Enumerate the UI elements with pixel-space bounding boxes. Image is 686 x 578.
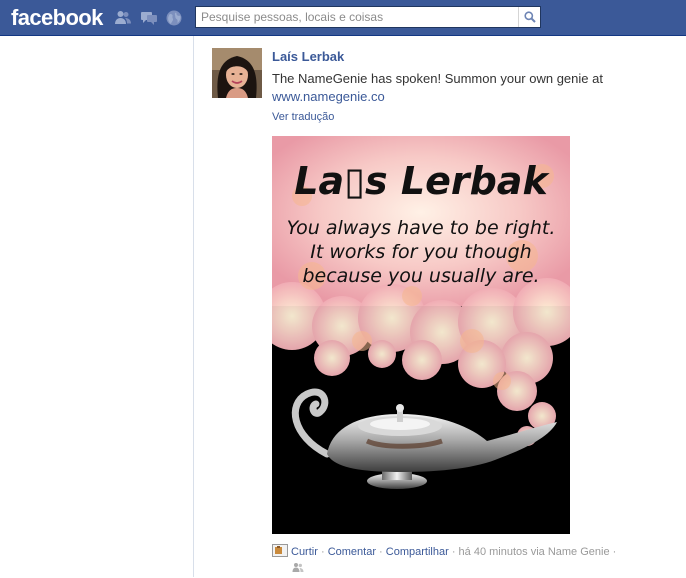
- post-message-text: The NameGenie has spoken! Summon your ow…: [272, 71, 603, 86]
- search-icon: [523, 11, 536, 23]
- post-author-name[interactable]: Laís Lerbak: [272, 49, 344, 64]
- top-bar: facebook: [0, 0, 686, 36]
- image-name-text: La▯s Lerbak: [294, 159, 550, 203]
- post-message-link[interactable]: www.namegenie.co: [272, 89, 385, 104]
- see-translation-link[interactable]: Ver tradução: [272, 111, 334, 123]
- privacy-friends-icon[interactable]: [292, 560, 304, 578]
- like-link[interactable]: Curtir: [291, 546, 318, 558]
- post-message: The NameGenie has spoken! Summon your ow…: [272, 70, 672, 106]
- image-fortune-line-1: You always have to be right.: [287, 217, 556, 239]
- image-fortune-line-2: It works for you though: [310, 241, 531, 263]
- search-box: [195, 6, 541, 28]
- left-column-divider: [193, 36, 194, 577]
- post-meta: há 40 minutos via Name Genie: [458, 546, 610, 558]
- search-input[interactable]: [196, 7, 518, 27]
- facebook-logo[interactable]: facebook: [11, 5, 103, 31]
- comment-link[interactable]: Comentar: [328, 546, 376, 558]
- share-link[interactable]: Compartilhar: [386, 546, 449, 558]
- search-button[interactable]: [518, 7, 540, 27]
- notifications-globe-icon[interactable]: [165, 9, 183, 27]
- post-actions: Curtir · Comentar · Compartilhar · há 40…: [272, 544, 684, 562]
- post-image[interactable]: La▯s Lerbak You always have to be right.…: [272, 136, 570, 534]
- app-icon: [272, 544, 288, 562]
- avatar[interactable]: [212, 48, 262, 98]
- friend-requests-icon[interactable]: [114, 9, 132, 27]
- image-fortune-line-3: because you usually are.: [302, 265, 539, 287]
- messages-icon[interactable]: [140, 9, 158, 27]
